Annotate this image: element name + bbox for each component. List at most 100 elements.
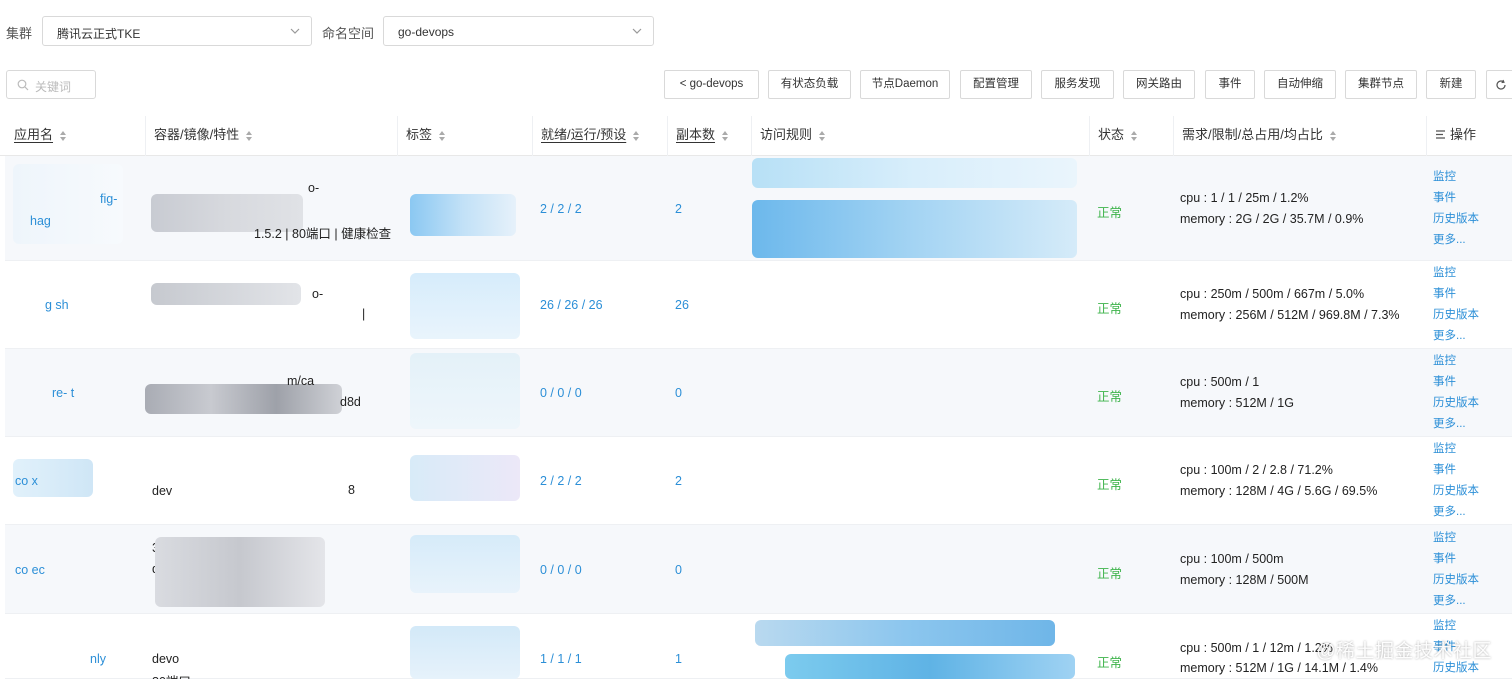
chevron-down-icon bbox=[632, 28, 642, 34]
label-tag-redacted bbox=[410, 194, 516, 236]
container-info: o- bbox=[308, 181, 320, 195]
row-actions: 监控 事件 历史版本 更多... bbox=[1433, 528, 1479, 612]
sort-icon bbox=[1329, 130, 1336, 141]
replica-count[interactable]: 26 bbox=[675, 298, 689, 312]
monitor-link[interactable]: 监控 bbox=[1433, 167, 1479, 188]
back-namespace-button[interactable]: < go-devops bbox=[664, 70, 759, 99]
events-link[interactable]: 事件 bbox=[1433, 372, 1479, 393]
memory-usage: memory : 512M / 1G / 14.1M / 1.4% bbox=[1180, 661, 1378, 675]
column-resources[interactable]: 需求/限制/总占用/均占比 bbox=[1173, 116, 1426, 156]
app-name[interactable]: co x bbox=[15, 474, 38, 488]
namespace-select[interactable]: go-devops bbox=[383, 16, 654, 46]
events-link[interactable]: 事件 bbox=[1433, 549, 1479, 570]
history-link[interactable]: 历史版本 bbox=[1433, 305, 1479, 326]
monitor-link[interactable]: 监控 bbox=[1433, 263, 1479, 284]
column-ready[interactable]: 就绪/运行/预设 bbox=[532, 116, 667, 156]
ready-count[interactable]: 0 / 0 / 0 bbox=[540, 386, 582, 400]
table-row[interactable]: co ec 3 de 0 / 0 / 0 0 正常 cpu : 100m / 5… bbox=[5, 525, 1512, 614]
table-row[interactable]: nly devo 80端口 1 / 1 / 1 1 正常 cpu : 500m … bbox=[5, 614, 1512, 679]
autoscale-button[interactable]: 自动伸缩 bbox=[1264, 70, 1336, 99]
more-link[interactable]: 更多... bbox=[1433, 591, 1479, 612]
search-icon bbox=[17, 79, 29, 91]
daemon-button[interactable]: 节点Daemon bbox=[860, 70, 950, 99]
service-discovery-button[interactable]: 服务发现 bbox=[1041, 70, 1114, 99]
column-access-rules[interactable]: 访问规则 bbox=[751, 116, 1089, 156]
history-link[interactable]: 历史版本 bbox=[1433, 393, 1479, 414]
history-link[interactable]: 历史版本 bbox=[1433, 570, 1479, 591]
watermark: @稀土掘金技术社区 bbox=[1316, 641, 1492, 662]
replica-count[interactable]: 0 bbox=[675, 386, 682, 400]
search-input[interactable]: 关键词 bbox=[6, 70, 96, 99]
refresh-button[interactable] bbox=[1486, 70, 1512, 99]
more-link[interactable]: 更多... bbox=[1433, 414, 1479, 435]
events-link[interactable]: 事件 bbox=[1433, 284, 1479, 305]
ready-count[interactable]: 2 / 2 / 2 bbox=[540, 474, 582, 488]
app-name[interactable]: re- t bbox=[52, 386, 74, 400]
config-button[interactable]: 配置管理 bbox=[960, 70, 1032, 99]
sort-icon bbox=[819, 130, 826, 141]
cluster-select[interactable]: 腾讯云正式TKE bbox=[42, 16, 312, 46]
more-link[interactable]: 更多... bbox=[1433, 502, 1479, 523]
ready-count[interactable]: 1 / 1 / 1 bbox=[540, 652, 582, 666]
container-info: devo bbox=[152, 652, 180, 666]
more-link[interactable]: 更多... bbox=[1433, 230, 1479, 251]
container-detail: 8 bbox=[348, 483, 355, 497]
ready-count[interactable]: 0 / 0 / 0 bbox=[540, 563, 582, 577]
column-replicas[interactable]: 副本数 bbox=[667, 116, 751, 156]
column-actions[interactable]: 操作 bbox=[1426, 116, 1512, 156]
history-link[interactable]: 历史版本 bbox=[1433, 209, 1479, 230]
container-detail: 80端口 bbox=[152, 671, 191, 679]
app-name-cont[interactable]: hag bbox=[30, 214, 51, 228]
monitor-link[interactable]: 监控 bbox=[1433, 616, 1479, 637]
memory-usage: memory : 256M / 512M / 969.8M / 7.3% bbox=[1180, 308, 1400, 322]
container-info: m/ca bbox=[287, 374, 315, 388]
table-row[interactable]: co x dev 8 2 / 2 / 2 2 正常 cpu : 100m / 2… bbox=[5, 437, 1512, 525]
column-labels[interactable]: 标签 bbox=[397, 116, 532, 156]
events-button[interactable]: 事件 bbox=[1205, 70, 1255, 99]
column-container[interactable]: 容器/镜像/特性 bbox=[145, 116, 397, 156]
monitor-link[interactable]: 监控 bbox=[1433, 528, 1479, 549]
access-rule-redacted bbox=[752, 200, 1077, 258]
cpu-usage: cpu : 100m / 2 / 2.8 / 71.2% bbox=[1180, 463, 1333, 477]
sort-icon bbox=[633, 130, 640, 141]
status-badge: 正常 bbox=[1097, 567, 1123, 581]
history-link[interactable]: 历史版本 bbox=[1433, 481, 1479, 502]
container-info: dev bbox=[152, 484, 173, 498]
status-badge: 正常 bbox=[1097, 206, 1123, 220]
gateway-button[interactable]: 网关路由 bbox=[1123, 70, 1195, 99]
create-button[interactable]: 新建 bbox=[1426, 70, 1476, 99]
events-link[interactable]: 事件 bbox=[1433, 460, 1479, 481]
memory-usage: memory : 512M / 1G bbox=[1180, 396, 1294, 410]
app-name[interactable]: co ec bbox=[15, 563, 45, 577]
container-detail: | bbox=[362, 307, 366, 321]
row-actions: 监控 事件 历史版本 更多... bbox=[1433, 167, 1479, 251]
replica-count[interactable]: 2 bbox=[675, 202, 682, 216]
column-app-name[interactable]: 应用名 bbox=[6, 116, 145, 156]
column-status[interactable]: 状态 bbox=[1089, 116, 1173, 156]
ready-count[interactable]: 26 / 26 / 26 bbox=[540, 298, 603, 312]
replica-count[interactable]: 1 bbox=[675, 652, 682, 666]
access-rule-redacted bbox=[755, 620, 1055, 646]
table-row[interactable]: re- t m/ca d8d 0 / 0 / 0 0 正常 cpu : 500m… bbox=[5, 349, 1512, 437]
table-row[interactable]: fig- hag o- 1.5.2 | 80端口 | 健康检查 2 / 2 / … bbox=[5, 156, 1512, 261]
monitor-link[interactable]: 监控 bbox=[1433, 439, 1479, 460]
label-tag-redacted bbox=[410, 353, 520, 429]
more-link[interactable]: 更多... bbox=[1433, 326, 1479, 347]
monitor-link[interactable]: 监控 bbox=[1433, 351, 1479, 372]
label-tag-redacted bbox=[410, 455, 520, 501]
cluster-nodes-button[interactable]: 集群节点 bbox=[1345, 70, 1417, 99]
cpu-usage: cpu : 100m / 500m bbox=[1180, 552, 1284, 566]
replica-count[interactable]: 2 bbox=[675, 474, 682, 488]
row-actions: 监控 事件 历史版本 更多... bbox=[1433, 263, 1479, 347]
events-link[interactable]: 事件 bbox=[1433, 188, 1479, 209]
sort-icon bbox=[246, 130, 253, 141]
app-name[interactable]: g sh bbox=[45, 298, 69, 312]
refresh-icon bbox=[1496, 79, 1506, 90]
table-row[interactable]: g sh o- | 26 / 26 / 26 26 正常 cpu : 250m … bbox=[5, 261, 1512, 349]
replica-count[interactable]: 0 bbox=[675, 563, 682, 577]
status-badge: 正常 bbox=[1097, 302, 1123, 316]
ready-count[interactable]: 2 / 2 / 2 bbox=[540, 202, 582, 216]
app-name[interactable]: fig- bbox=[100, 192, 117, 206]
app-name[interactable]: nly bbox=[90, 652, 106, 666]
stateful-workload-button[interactable]: 有状态负载 bbox=[768, 70, 851, 99]
